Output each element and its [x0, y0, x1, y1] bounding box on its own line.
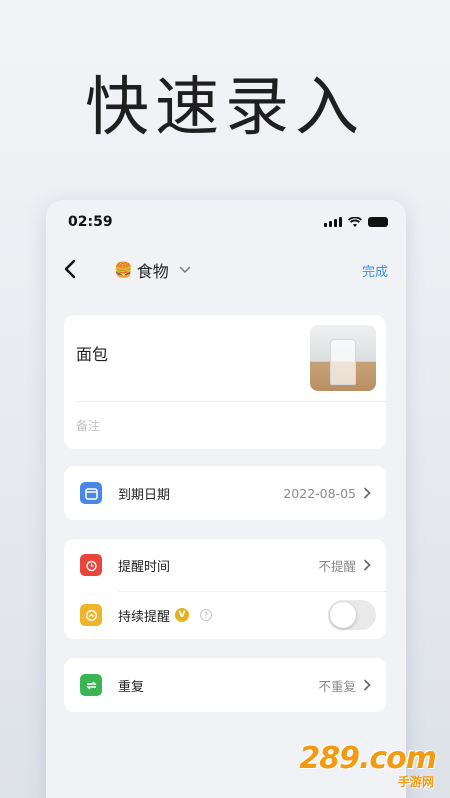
expiry-label: 到期日期 — [118, 487, 171, 503]
watermark-subtitle: 手游网 — [397, 775, 434, 789]
persistent-toggle[interactable] — [328, 600, 376, 630]
persistent-label: 持续提醒 — [118, 609, 171, 625]
status-time: 02:59 — [68, 214, 113, 230]
chevron-right-icon — [364, 559, 371, 571]
repeat-icon — [80, 674, 102, 696]
status-icons — [324, 216, 388, 228]
nav-bar: 🍔 食物 完成 — [46, 252, 406, 288]
chevron-right-icon — [364, 487, 371, 499]
calendar-icon — [80, 482, 102, 504]
chevron-right-icon — [364, 679, 371, 691]
vip-badge-icon: V — [175, 608, 189, 622]
expiry-value: 2022-08-05 — [283, 485, 356, 501]
persistent-reminder-row: 持续提醒 V ? — [64, 589, 386, 641]
repeat-value: 不重复 — [318, 678, 356, 694]
item-photo[interactable] — [310, 325, 376, 391]
back-arrow-icon[interactable] — [58, 256, 84, 282]
page-headline: 快速录入 — [85, 71, 365, 145]
reminder-value: 不提醒 — [318, 558, 356, 574]
signal-icon — [324, 217, 342, 227]
reminder-row[interactable]: 提醒时间 不提醒 — [64, 539, 386, 591]
persistent-alarm-icon — [80, 604, 102, 626]
chevron-down-icon — [179, 266, 190, 274]
expiry-row[interactable]: 到期日期 2022-08-05 — [64, 467, 386, 519]
repeat-label: 重复 — [118, 679, 145, 695]
status-bar: 02:59 — [68, 212, 388, 232]
repeat-card: 重复 不重复 — [64, 658, 386, 712]
note-input[interactable]: 备注 — [76, 417, 100, 434]
category-title: 食物 — [136, 262, 169, 281]
expiry-card: 到期日期 2022-08-05 — [64, 466, 386, 520]
reminder-label: 提醒时间 — [118, 559, 171, 575]
toggle-knob — [330, 602, 356, 628]
reminder-card: 提醒时间 不提醒 持续提醒 V ? — [64, 539, 386, 639]
alarm-icon — [80, 554, 102, 576]
site-watermark: 289.com 手游网 — [299, 741, 437, 789]
category-selector[interactable]: 🍔 食物 — [114, 258, 191, 282]
watermark-logo: 289.com — [299, 741, 437, 776]
wifi-icon — [348, 216, 362, 227]
repeat-row[interactable]: 重复 不重复 — [64, 659, 386, 711]
battery-icon — [368, 217, 388, 227]
item-name-input[interactable]: 面包 — [76, 341, 108, 365]
help-icon[interactable]: ? — [200, 609, 212, 621]
item-card: 面包 备注 — [64, 315, 386, 449]
bread-bag-image — [330, 339, 356, 385]
divider — [76, 401, 386, 402]
phone-screen: 02:59 🍔 食物 完成 面包 备注 到期日期 2022-08-05 提醒时间… — [46, 200, 406, 798]
done-button[interactable]: 完成 — [362, 261, 388, 280]
burger-icon: 🍔 — [114, 261, 133, 279]
